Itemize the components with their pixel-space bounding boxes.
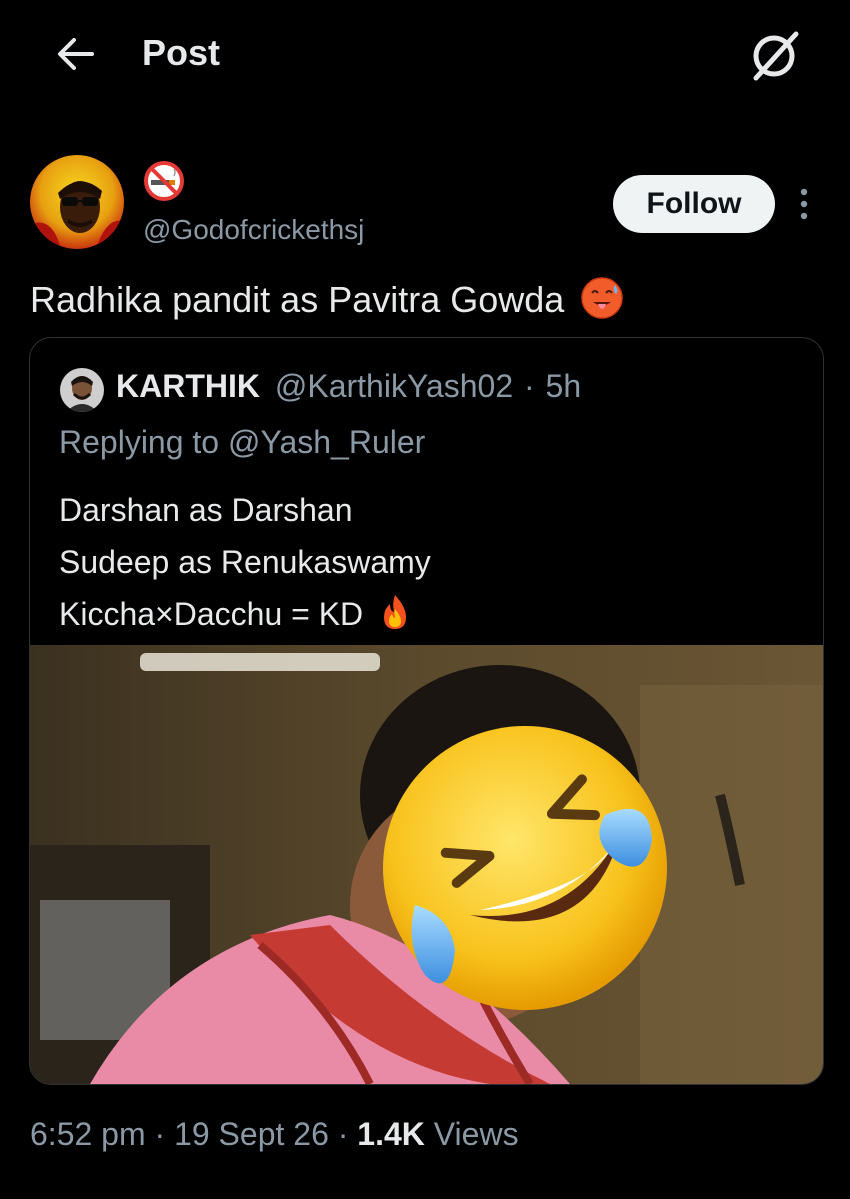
quoted-separator: · <box>524 368 535 404</box>
more-vertical-icon <box>800 188 808 220</box>
post-text: Radhika pandit as Pavitra Gowda <box>30 276 624 321</box>
media-photo <box>30 645 823 1084</box>
quoted-reply-context: Replying to @Yash_Ruler <box>59 424 425 461</box>
post-text-content: Radhika pandit as Pavitra Gowda <box>30 279 565 320</box>
top-bar: Post <box>0 0 850 110</box>
quoted-header: KARTHIK @KarthikYash02 · 5h <box>116 368 581 405</box>
meta-separator: · <box>337 1116 349 1152</box>
quoted-avatar-image <box>60 368 104 412</box>
fire-emoji <box>384 595 407 629</box>
quoted-post[interactable]: KARTHIK @KarthikYash02 · 5h Replying to … <box>29 337 824 1085</box>
quoted-author-handle[interactable]: @KarthikYash02 <box>275 368 513 404</box>
grok-button[interactable] <box>744 26 804 86</box>
meta-separator: · <box>154 1116 166 1152</box>
follow-button[interactable]: Follow <box>613 175 775 233</box>
views-label[interactable]: Views <box>434 1116 519 1152</box>
back-button[interactable] <box>52 30 100 78</box>
grok-icon <box>753 31 799 81</box>
author-avatar[interactable] <box>30 155 124 249</box>
author-handle[interactable]: @Godofcrickethsj <box>143 214 364 246</box>
reply-handle[interactable]: @Yash_Ruler <box>228 424 425 460</box>
views-count[interactable]: 1.4K <box>357 1116 425 1152</box>
quoted-time: 5h <box>545 368 582 404</box>
quoted-media-image[interactable] <box>30 645 823 1084</box>
more-options-button[interactable] <box>790 186 818 226</box>
quoted-text-line: Sudeep as Renukaswamy <box>59 544 431 580</box>
quoted-text-line-content: Kiccha×Dacchu = KD <box>59 596 364 632</box>
page-title: Post <box>142 32 221 73</box>
no-smoking-icon <box>144 161 184 201</box>
quoted-text-line: Kiccha×Dacchu = KD <box>59 588 431 640</box>
quoted-text: Darshan as Darshan Sudeep as Renukaswamy… <box>59 484 431 640</box>
post-date: 19 Sept 26 <box>174 1116 329 1152</box>
quoted-avatar[interactable] <box>60 368 104 412</box>
author-name-emoji[interactable] <box>143 160 185 202</box>
arrow-left-icon <box>58 38 94 70</box>
hot-face-emoji <box>581 277 624 319</box>
quoted-text-line: Darshan as Darshan <box>59 492 353 528</box>
quoted-author-name[interactable]: KARTHIK <box>116 368 260 404</box>
post-metadata: 6:52 pm · 19 Sept 26 · 1.4K Views <box>30 1116 519 1153</box>
avatar-image <box>30 155 124 249</box>
post-time: 6:52 pm <box>30 1116 146 1152</box>
reply-prefix: Replying to <box>59 424 220 460</box>
